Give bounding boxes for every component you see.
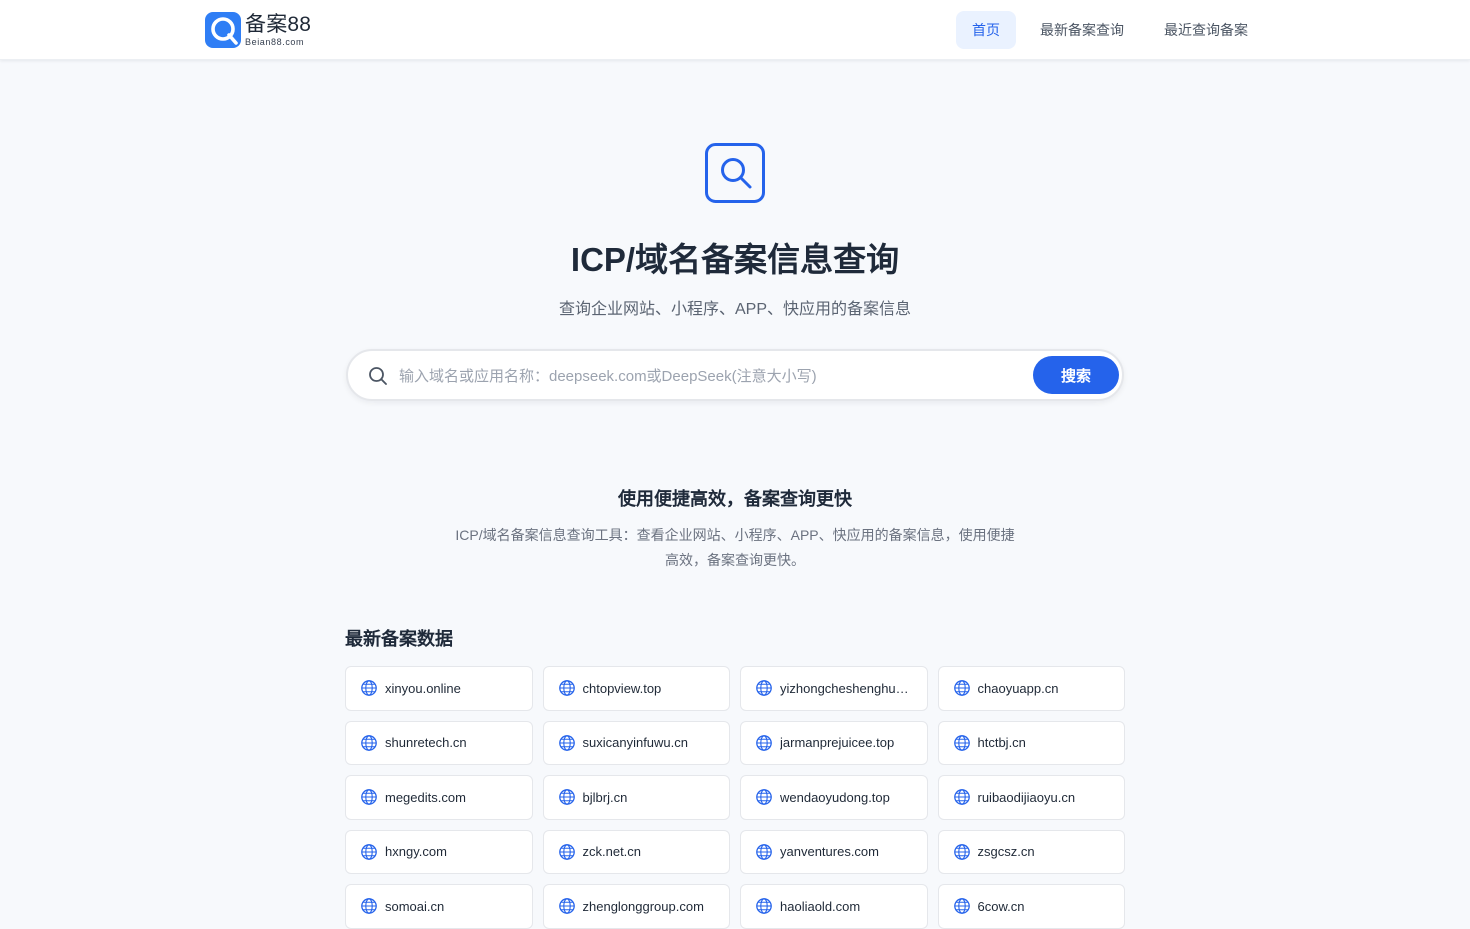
- domain-card[interactable]: xinyou.online: [345, 666, 533, 711]
- globe-icon: [558, 843, 575, 860]
- domain-card[interactable]: ruibaodijiaoyu.cn: [937, 775, 1125, 820]
- globe-icon: [953, 898, 970, 915]
- globe-icon: [361, 789, 377, 806]
- domain-name: zck.net.cn: [582, 844, 642, 860]
- globe-icon: [361, 734, 377, 751]
- domain-card[interactable]: megedits.com: [345, 775, 533, 820]
- logo-search-icon: [205, 12, 241, 48]
- domain-card[interactable]: zhenglonggroup.com: [542, 884, 730, 929]
- globe-icon: [756, 789, 772, 806]
- domain-card[interactable]: jarmanprejuicee.top: [740, 720, 928, 765]
- globe-icon: [558, 898, 575, 915]
- domain-name: chtopview.top: [582, 680, 662, 696]
- domain-card[interactable]: zsgcsz.cn: [937, 829, 1125, 874]
- domain-name: wendaoyudong.top: [780, 789, 890, 805]
- domain-name: xinyou.online: [385, 680, 461, 696]
- main-nav: 首页 最新备案查询 最近查询备案: [956, 11, 1264, 49]
- globe-icon: [361, 898, 377, 915]
- site-header: 备案88 Beian88.com 首页 最新备案查询 最近查询备案: [0, 0, 1470, 60]
- domain-name: shunretech.cn: [385, 735, 467, 751]
- globe-icon: [756, 680, 772, 697]
- search-input[interactable]: [399, 361, 1019, 391]
- domain-name: suxicanyinfuwu.cn: [582, 735, 689, 751]
- domain-name: yanventures.com: [780, 844, 879, 860]
- nav-item-1[interactable]: 最新备案查询: [1024, 11, 1140, 49]
- page-title: ICP/域名备案信息查询: [570, 241, 900, 278]
- search-bar: 搜索: [346, 349, 1124, 401]
- domain-card[interactable]: 6cow.cn: [937, 884, 1125, 929]
- globe-icon: [361, 843, 377, 860]
- domain-name: htctbj.cn: [977, 735, 1026, 751]
- domain-card[interactable]: yizhongcheshenghu…: [740, 666, 928, 711]
- domain-card[interactable]: chtopview.top: [542, 666, 730, 711]
- globe-icon: [361, 680, 377, 697]
- globe-icon: [558, 680, 575, 697]
- latest-domain-grid: xinyou.online chtopview.top yizhongcheshen…: [345, 666, 1125, 929]
- globe-icon: [953, 734, 970, 751]
- domain-card[interactable]: haoliaold.com: [740, 884, 928, 929]
- globe-icon: [756, 734, 772, 751]
- domain-card[interactable]: bjlbrj.cn: [542, 775, 730, 820]
- domain-card[interactable]: shunretech.cn: [345, 720, 533, 765]
- latest-records-title: 最新备案数据: [345, 629, 453, 649]
- domain-card[interactable]: wendaoyudong.top: [740, 775, 928, 820]
- domain-card[interactable]: hxngy.com: [345, 829, 533, 874]
- domain-name: megedits.com: [385, 789, 466, 805]
- logo-subtitle: Beian88.com: [245, 36, 305, 47]
- site-logo[interactable]: 备案88 Beian88.com: [205, 12, 311, 48]
- globe-icon: [953, 843, 970, 860]
- globe-icon: [756, 843, 772, 860]
- domain-name: haoliaold.com: [780, 898, 861, 914]
- domain-name: zhenglonggroup.com: [582, 898, 704, 914]
- globe-icon: [558, 734, 575, 751]
- domain-card[interactable]: somoai.cn: [345, 884, 533, 929]
- nav-item-2[interactable]: 最近查询备案: [1148, 11, 1264, 49]
- domain-name: hxngy.com: [385, 844, 447, 860]
- feature-description: ICP/域名备案信息查询工具：查看企业网站、小程序、APP、快应用的备案信息，使…: [455, 527, 1015, 568]
- domain-name: bjlbrj.cn: [582, 789, 628, 805]
- domain-card[interactable]: yanventures.com: [740, 829, 928, 874]
- search-button[interactable]: 搜索: [1033, 356, 1119, 394]
- domain-name: 6cow.cn: [977, 898, 1025, 914]
- domain-card[interactable]: zck.net.cn: [542, 829, 730, 874]
- nav-item-0[interactable]: 首页: [956, 11, 1016, 49]
- logo-text: 备案88 Beian88.com: [245, 14, 311, 47]
- globe-icon: [953, 789, 970, 806]
- feature-title: 使用便捷高效，备案查询更快: [618, 489, 852, 509]
- globe-icon: [953, 680, 970, 697]
- domain-name: jarmanprejuicee.top: [780, 735, 895, 751]
- domain-name: somoai.cn: [385, 898, 445, 914]
- domain-name: ruibaodijiaoyu.cn: [977, 789, 1076, 805]
- domain-card[interactable]: htctbj.cn: [937, 720, 1125, 765]
- search-icon: [369, 367, 387, 385]
- domain-card[interactable]: chaoyuapp.cn: [937, 666, 1125, 711]
- domain-name: chaoyuapp.cn: [977, 680, 1059, 696]
- domain-name: yizhongcheshenghu…: [780, 680, 909, 696]
- page-subtitle: 查询企业网站、小程序、APP、快应用的备案信息: [558, 301, 912, 318]
- domain-name: zsgcsz.cn: [977, 844, 1035, 860]
- domain-card[interactable]: suxicanyinfuwu.cn: [542, 720, 730, 765]
- logo-title: 备案88: [245, 12, 312, 36]
- hero-search-icon: [705, 143, 765, 203]
- globe-icon: [756, 898, 772, 915]
- globe-icon: [558, 789, 575, 806]
